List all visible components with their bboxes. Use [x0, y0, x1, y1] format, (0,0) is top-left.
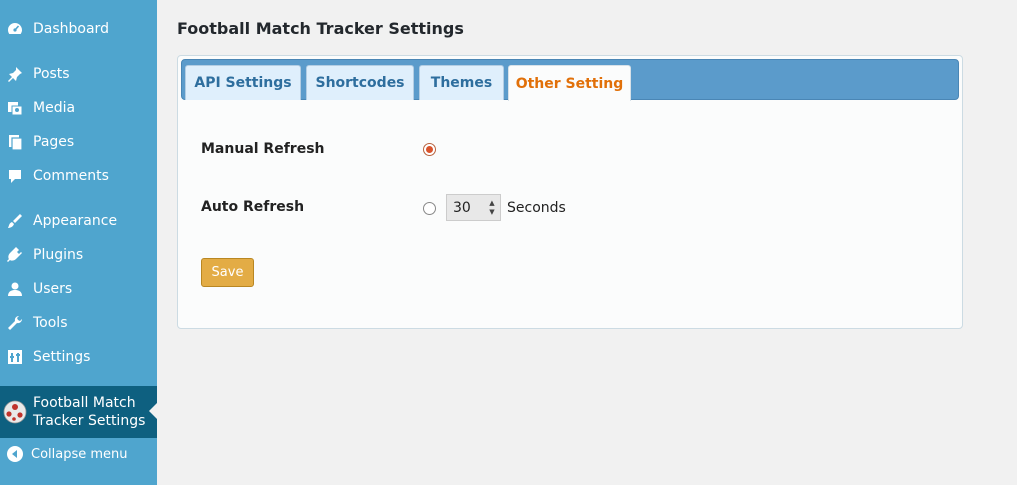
page-title: Football Match Tracker Settings [177, 19, 464, 38]
sidebar-item-label: Posts [33, 66, 70, 82]
refresh-interval-value: 30 [453, 199, 471, 216]
football-icon [3, 400, 27, 424]
settings-panel: API Settings Shortcodes Themes Other Set… [177, 55, 963, 329]
sidebar-item-pages[interactable]: Pages [0, 125, 157, 159]
tab-api-settings[interactable]: API Settings [185, 65, 301, 100]
manual-refresh-radio[interactable] [423, 143, 436, 156]
sidebar-item-label: Tools [33, 315, 68, 331]
sidebar-item-label: Pages [33, 134, 75, 150]
dashboard-icon [6, 20, 24, 38]
collapse-menu-label: Collapse menu [31, 446, 128, 462]
sidebar-item-users[interactable]: Users [0, 272, 157, 306]
save-button[interactable]: Save [201, 258, 254, 287]
sidebar-item-label: Dashboard [33, 21, 109, 37]
admin-sidebar: Dashboard Posts Media Pages Comments App… [0, 0, 157, 485]
paintbrush-icon [6, 212, 24, 230]
sidebar-item-comments[interactable]: Comments [0, 159, 157, 193]
user-icon [6, 280, 24, 298]
sidebar-item-plugins[interactable]: Plugins [0, 238, 157, 272]
wrench-icon [6, 314, 24, 332]
auto-refresh-label: Auto Refresh [201, 199, 305, 215]
plugin-icon [6, 246, 24, 264]
tab-shortcodes[interactable]: Shortcodes [306, 65, 414, 100]
sidebar-item-media[interactable]: Media [0, 91, 157, 125]
comments-icon [6, 167, 24, 185]
collapse-menu-button[interactable]: Collapse menu [0, 437, 157, 471]
media-icon [6, 99, 24, 117]
sidebar-item-label: Appearance [33, 213, 118, 229]
number-spinner[interactable]: ▲ ▼ [488, 199, 496, 217]
refresh-interval-input[interactable]: 30 ▲ ▼ [446, 194, 501, 221]
sidebar-item-label: Users [33, 281, 73, 297]
sidebar-item-settings[interactable]: Settings [0, 340, 157, 374]
pin-icon [6, 65, 24, 83]
tab-bar: API Settings Shortcodes Themes Other Set… [181, 59, 959, 101]
sidebar-item-football-match-tracker[interactable]: Football Match Tracker Settings [0, 386, 157, 438]
collapse-arrow-icon [6, 445, 24, 463]
tab-themes[interactable]: Themes [419, 65, 504, 100]
manual-refresh-label: Manual Refresh [201, 141, 325, 157]
sidebar-item-tools[interactable]: Tools [0, 306, 157, 340]
sidebar-item-label: Settings [33, 349, 91, 365]
auto-refresh-radio[interactable] [423, 202, 436, 215]
pages-icon [6, 133, 24, 151]
sidebar-item-appearance[interactable]: Appearance [0, 204, 157, 238]
sidebar-item-label: Football Match Tracker Settings [33, 395, 146, 429]
sidebar-item-label: Plugins [33, 247, 84, 263]
sidebar-item-label: Comments [33, 168, 109, 184]
sidebar-item-dashboard[interactable]: Dashboard [0, 12, 157, 46]
sidebar-item-posts[interactable]: Posts [0, 57, 157, 91]
seconds-unit-label: Seconds [507, 200, 566, 216]
settings-icon [6, 348, 24, 366]
sidebar-item-label: Media [33, 100, 76, 116]
tab-other-setting[interactable]: Other Setting [508, 65, 631, 101]
